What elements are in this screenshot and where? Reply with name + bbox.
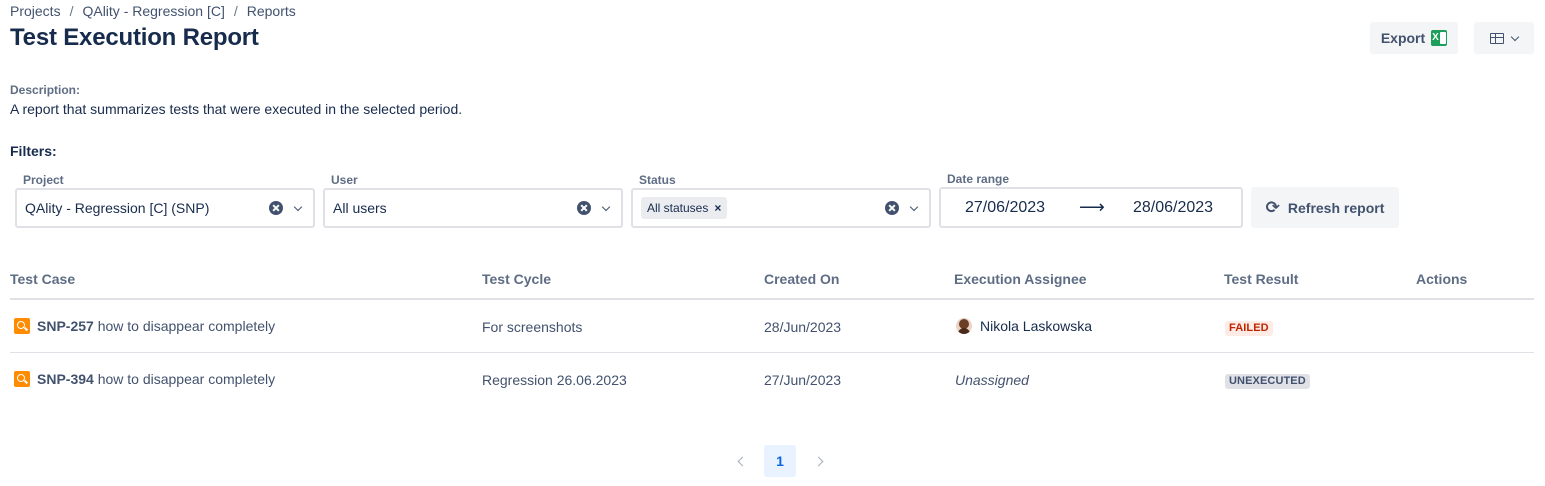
assignee-name: Nikola Laskowska <box>980 318 1093 334</box>
assignee-cell-unassigned: Unassigned <box>955 372 1029 388</box>
test-case-key[interactable]: SNP-394 <box>37 371 94 387</box>
status-badge: FAILED <box>1225 321 1273 336</box>
breadcrumb-separator: / <box>69 3 74 19</box>
chevron-left-icon <box>737 456 747 466</box>
status-tag-label: All statuses <box>647 201 709 215</box>
clear-icon[interactable] <box>577 201 591 215</box>
date-from-field[interactable]: 27/06/2023 <box>965 199 1045 217</box>
user-select-value: All users <box>333 200 387 216</box>
breadcrumb-projects[interactable]: Projects <box>10 3 61 19</box>
date-range-label: Date range <box>947 172 1010 186</box>
column-header-test-case[interactable]: Test Case <box>10 271 75 287</box>
table-icon <box>1490 32 1504 44</box>
user-filter-label: User <box>331 173 358 187</box>
test-cycle-cell[interactable]: Regression 26.06.2023 <box>482 372 627 388</box>
created-on-cell: 28/Jun/2023 <box>764 319 842 335</box>
column-header-execution-assignee[interactable]: Execution Assignee <box>954 271 1087 287</box>
test-result-cell: FAILED <box>1225 318 1273 336</box>
chevron-down-icon[interactable] <box>293 202 303 211</box>
column-header-created-on[interactable]: Created On <box>764 271 839 287</box>
chevron-down-icon[interactable] <box>909 202 919 211</box>
row-divider <box>10 352 1534 353</box>
next-page-button[interactable] <box>808 445 832 477</box>
created-on-cell: 27/Jun/2023 <box>764 372 842 388</box>
clear-icon[interactable] <box>269 201 283 215</box>
status-badge: UNEXECUTED <box>1225 374 1310 389</box>
test-case-icon <box>14 371 30 387</box>
test-case-summary[interactable]: how to disappear completely <box>98 318 275 334</box>
column-header-test-result[interactable]: Test Result <box>1224 271 1298 287</box>
refresh-report-button[interactable]: ⟳ Refresh report <box>1251 187 1399 228</box>
refresh-report-label: Refresh report <box>1287 199 1385 216</box>
status-select-value: All statuses × <box>641 197 885 219</box>
user-select[interactable]: All users <box>323 188 623 228</box>
description-text: A report that summarizes tests that were… <box>10 101 463 117</box>
test-case-summary[interactable]: how to disappear completely <box>98 371 275 387</box>
chevron-right-icon <box>813 456 823 466</box>
project-filter-label: Project <box>23 173 64 187</box>
remove-tag-icon[interactable]: × <box>714 201 721 215</box>
project-select[interactable]: QAlity - Regression [C] (SNP) <box>15 188 315 228</box>
test-result-cell: UNEXECUTED <box>1225 371 1310 389</box>
description-label: Description: <box>10 83 81 97</box>
breadcrumb-reports[interactable]: Reports <box>247 3 296 19</box>
filters-label: Filters: <box>10 143 57 159</box>
breadcrumb-project[interactable]: QAlity - Regression [C] <box>82 3 224 19</box>
assignee-cell: Nikola Laskowska <box>956 318 1092 334</box>
chevron-down-icon[interactable] <box>601 202 611 211</box>
breadcrumb-separator: / <box>233 3 238 19</box>
export-button[interactable]: Export <box>1370 22 1458 54</box>
view-options-button[interactable] <box>1474 22 1534 54</box>
excel-icon <box>1431 30 1448 46</box>
table-header-divider <box>10 298 1534 300</box>
status-filter-label: Status <box>639 173 676 187</box>
page-number-button[interactable]: 1 <box>764 445 796 477</box>
test-case-key[interactable]: SNP-257 <box>37 318 94 334</box>
avatar <box>956 318 972 334</box>
table-row-test-case[interactable]: SNP-257 how to disappear completely <box>14 318 275 334</box>
test-case-icon <box>14 318 30 334</box>
project-select-value: QAlity - Regression [C] (SNP) <box>25 200 210 216</box>
status-select[interactable]: All statuses × <box>631 188 931 228</box>
date-to-field[interactable]: 28/06/2023 <box>1133 199 1213 217</box>
refresh-icon: ⟳ <box>1265 198 1280 217</box>
column-header-test-cycle[interactable]: Test Cycle <box>482 271 551 287</box>
export-label: Export <box>1380 30 1426 46</box>
page-title: Test Execution Report <box>10 24 259 51</box>
status-tag: All statuses × <box>641 197 728 219</box>
previous-page-button[interactable] <box>728 445 752 477</box>
test-cycle-cell[interactable]: For screenshots <box>482 319 582 335</box>
date-range-picker: 27/06/2023 ⟶ 28/06/2023 <box>939 187 1243 228</box>
breadcrumb: Projects / QAlity - Regression [C] / Rep… <box>10 3 296 19</box>
clear-icon[interactable] <box>885 201 899 215</box>
table-row-test-case[interactable]: SNP-394 how to disappear completely <box>14 371 275 387</box>
chevron-down-icon <box>1510 32 1520 41</box>
column-header-actions: Actions <box>1416 271 1468 287</box>
pagination: 1 <box>728 445 832 477</box>
arrow-right-icon: ⟶ <box>1079 197 1105 217</box>
